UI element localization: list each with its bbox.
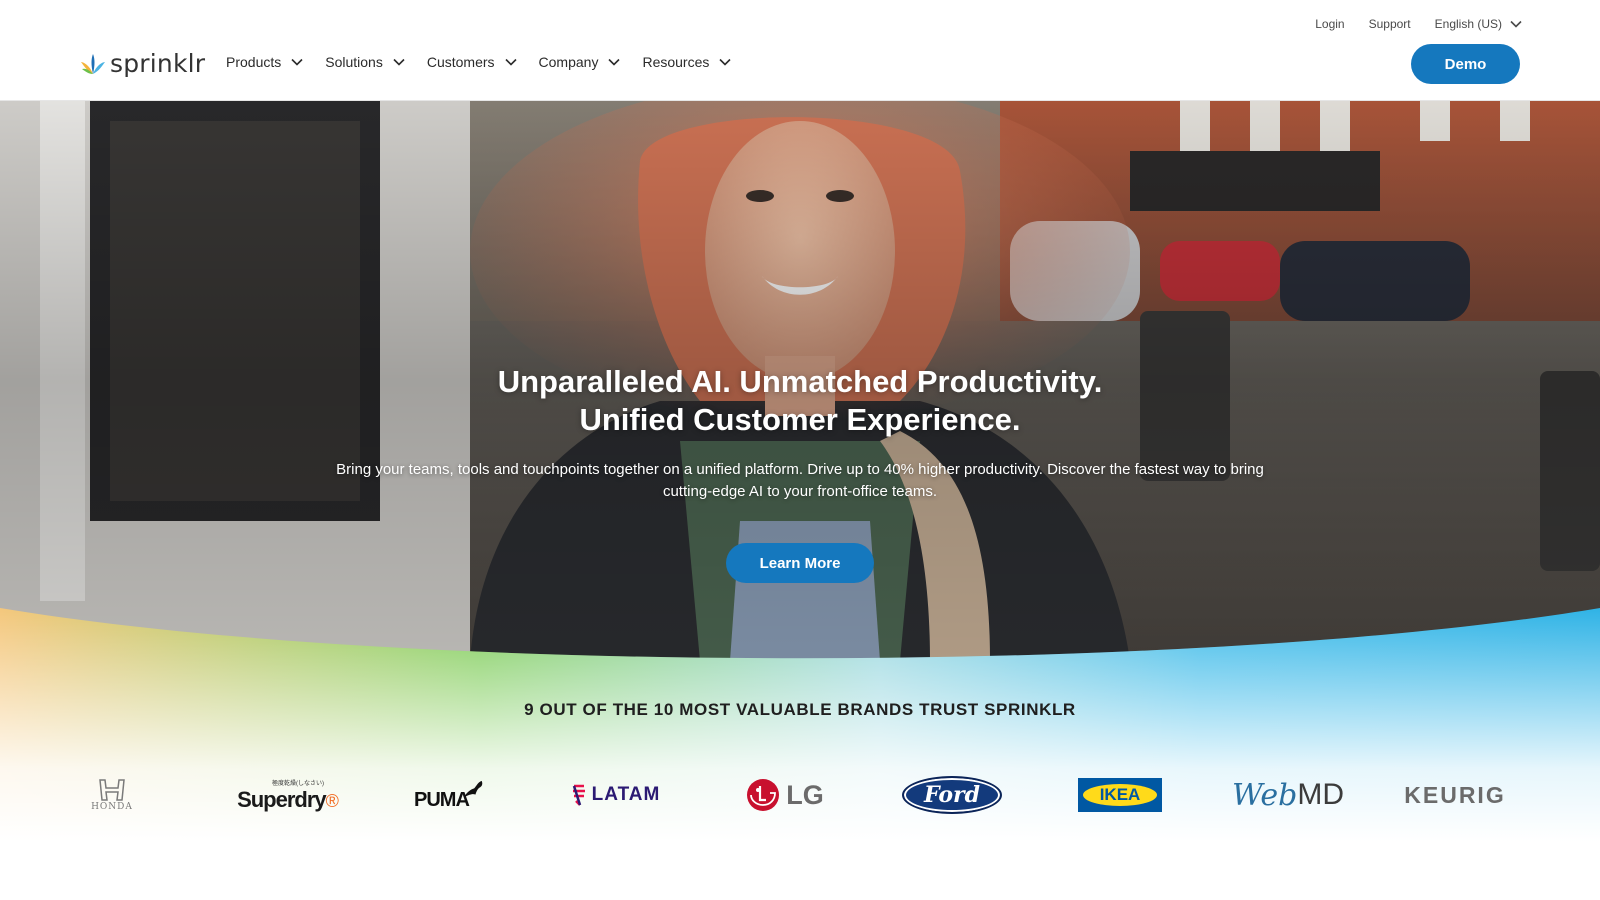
keurig-logo: KEURIG — [1404, 781, 1506, 808]
superdry-logo: 極度乾燥(しなさい) Superdry ® — [237, 780, 339, 812]
utility-nav: Login Support English (US) — [1315, 17, 1522, 31]
honda-h-icon — [99, 779, 125, 801]
hero-title: Unparalleled AI. Unmatched Productivity.… — [0, 363, 1600, 439]
hero-content: Unparalleled AI. Unmatched Productivity.… — [0, 363, 1600, 583]
main-nav: Products Solutions Customers Company Res… — [226, 54, 731, 70]
nav-customers[interactable]: Customers — [427, 54, 517, 70]
brand-logo-strip: HONDA 極度乾燥(しなさい) Superdry ® PUMA LATAM L… — [0, 770, 1600, 820]
color-wave-divider — [0, 608, 1600, 900]
language-label: English (US) — [1434, 17, 1502, 31]
latam-symbol-icon — [572, 784, 585, 806]
learn-more-button[interactable]: Learn More — [726, 543, 874, 583]
nav-products[interactable]: Products — [226, 54, 303, 70]
nav-company[interactable]: Company — [539, 54, 621, 70]
logo-wordmark: sprinklr — [110, 49, 206, 78]
ford-logo: Ford — [902, 770, 1002, 820]
latam-logo: LATAM — [562, 770, 668, 820]
puma-logo: PUMA — [414, 770, 484, 820]
puma-cat-icon — [464, 780, 483, 798]
chevron-down-icon — [608, 58, 621, 66]
ikea-logo: IKEA — [1078, 770, 1162, 820]
chevron-down-icon — [1510, 20, 1522, 28]
support-link[interactable]: Support — [1369, 17, 1411, 31]
brands-heading: 9 OUT OF THE 10 MOST VALUABLE BRANDS TRU… — [524, 700, 1076, 719]
nav-label: Resources — [642, 54, 710, 70]
nav-label: Customers — [426, 54, 495, 70]
honda-logo: HONDA — [80, 770, 144, 820]
login-link[interactable]: Login — [1315, 17, 1344, 31]
chevron-down-icon — [393, 58, 405, 66]
chevron-down-icon — [719, 58, 731, 66]
lg-logo: LG — [745, 770, 825, 820]
webmd-logo: Web MD — [1231, 777, 1344, 813]
nav-resources[interactable]: Resources — [642, 54, 731, 70]
nav-label: Solutions — [325, 54, 383, 70]
demo-button[interactable]: Demo — [1411, 44, 1520, 84]
chevron-down-icon — [504, 58, 517, 66]
sprinklr-logo[interactable]: sprinklr — [80, 49, 205, 78]
site-header: Login Support English (US) sprinklr Prod… — [0, 0, 1600, 101]
nav-solutions[interactable]: Solutions — [325, 54, 405, 70]
hero-subtitle: Bring your teams, tools and touchpoints … — [336, 461, 1264, 500]
chevron-down-icon — [291, 58, 303, 66]
lg-face-icon — [747, 779, 780, 811]
hero-section: Unparalleled AI. Unmatched Productivity.… — [0, 101, 1600, 661]
hero-title-line-1: Unparalleled AI. Unmatched Productivity. — [497, 364, 1103, 399]
nav-label: Products — [226, 54, 282, 70]
trusted-brands-section: 9 OUT OF THE 10 MOST VALUABLE BRANDS TRU… — [0, 700, 1600, 814]
language-selector[interactable]: English (US) — [1435, 17, 1522, 31]
hero-title-line-2: Unified Customer Experience. — [579, 402, 1021, 437]
sprinklr-flower-icon — [81, 53, 105, 74]
nav-label: Company — [538, 54, 599, 70]
